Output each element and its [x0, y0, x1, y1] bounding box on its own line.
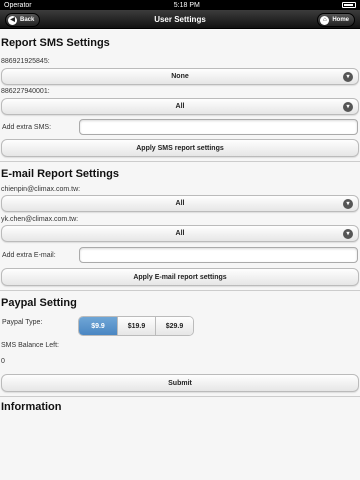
apply-sms-button[interactable]: Apply SMS report settings: [1, 139, 359, 157]
sms-number-label: 886227940001:: [1, 88, 50, 95]
email-address-label: yk.chen@climax.com.tw:: [1, 216, 79, 223]
sms-balance-value: 0: [1, 358, 5, 365]
select-value: All: [175, 103, 185, 110]
email-address-label: chienpin@climax.com.tw:: [1, 186, 81, 193]
email-extra-label: Add extra E-mail:: [2, 251, 56, 259]
sms-balance-label: SMS Balance Left:: [1, 342, 59, 349]
chevron-down-icon: ▾: [343, 72, 353, 82]
sms-number-label: 886921925845:: [1, 58, 50, 65]
paypal-option-29-9[interactable]: $29.9: [155, 317, 193, 335]
paypal-section-title: Paypal Setting: [1, 297, 77, 309]
sms-number-select[interactable]: All ▾: [1, 98, 359, 115]
select-value: None: [171, 73, 189, 80]
paypal-option-9-9[interactable]: $9.9: [79, 317, 117, 335]
paypal-type-row: Paypal Type: $9.9 $19.9 $29.9: [0, 316, 360, 336]
battery-icon: [341, 2, 356, 8]
sms-section-title: Report SMS Settings: [1, 37, 110, 49]
carrier-label: Operator: [4, 1, 32, 9]
information-section-title: Information: [1, 401, 62, 413]
chevron-down-icon: ▾: [343, 199, 353, 209]
settings-content: Report SMS Settings 886921925845: None ▾…: [0, 29, 360, 413]
email-section-title: E-mail Report Settings: [1, 168, 119, 180]
back-label: Back: [20, 17, 35, 23]
select-value: All: [175, 230, 185, 237]
home-button[interactable]: ⌂ Home: [317, 13, 355, 27]
paypal-option-19-9[interactable]: $19.9: [117, 317, 155, 335]
chevron-down-icon: ▾: [343, 229, 353, 239]
status-bar: Operator 5:18 PM: [0, 0, 360, 10]
select-value: All: [175, 200, 185, 207]
back-button[interactable]: ◀ Back: [5, 13, 41, 27]
top-bar: ◀ Back User Settings ⌂ Home: [0, 10, 360, 29]
clock: 5:18 PM: [173, 1, 200, 9]
arrow-left-icon: ◀: [8, 15, 17, 25]
sms-extra-label: Add extra SMS:: [2, 123, 52, 131]
sms-extra-input[interactable]: [79, 119, 358, 135]
email-address-select[interactable]: All ▾: [1, 225, 359, 242]
paypal-type-label: Paypal Type:: [2, 319, 43, 326]
paypal-type-selector: $9.9 $19.9 $29.9: [78, 316, 194, 336]
email-address-select[interactable]: All ▾: [1, 195, 359, 212]
sms-extra-row: Add extra SMS:: [0, 119, 360, 135]
chevron-down-icon: ▾: [343, 102, 353, 112]
status-icons: [341, 2, 356, 8]
email-extra-row: Add extra E-mail:: [0, 247, 360, 263]
sms-number-select[interactable]: None ▾: [1, 68, 359, 85]
page-title: User Settings: [154, 14, 206, 24]
email-extra-input[interactable]: [79, 247, 358, 263]
submit-button[interactable]: Submit: [1, 374, 359, 392]
home-label: Home: [332, 17, 349, 23]
home-icon: ⌂: [320, 15, 330, 25]
apply-email-button[interactable]: Apply E-mail report settings: [1, 268, 359, 286]
